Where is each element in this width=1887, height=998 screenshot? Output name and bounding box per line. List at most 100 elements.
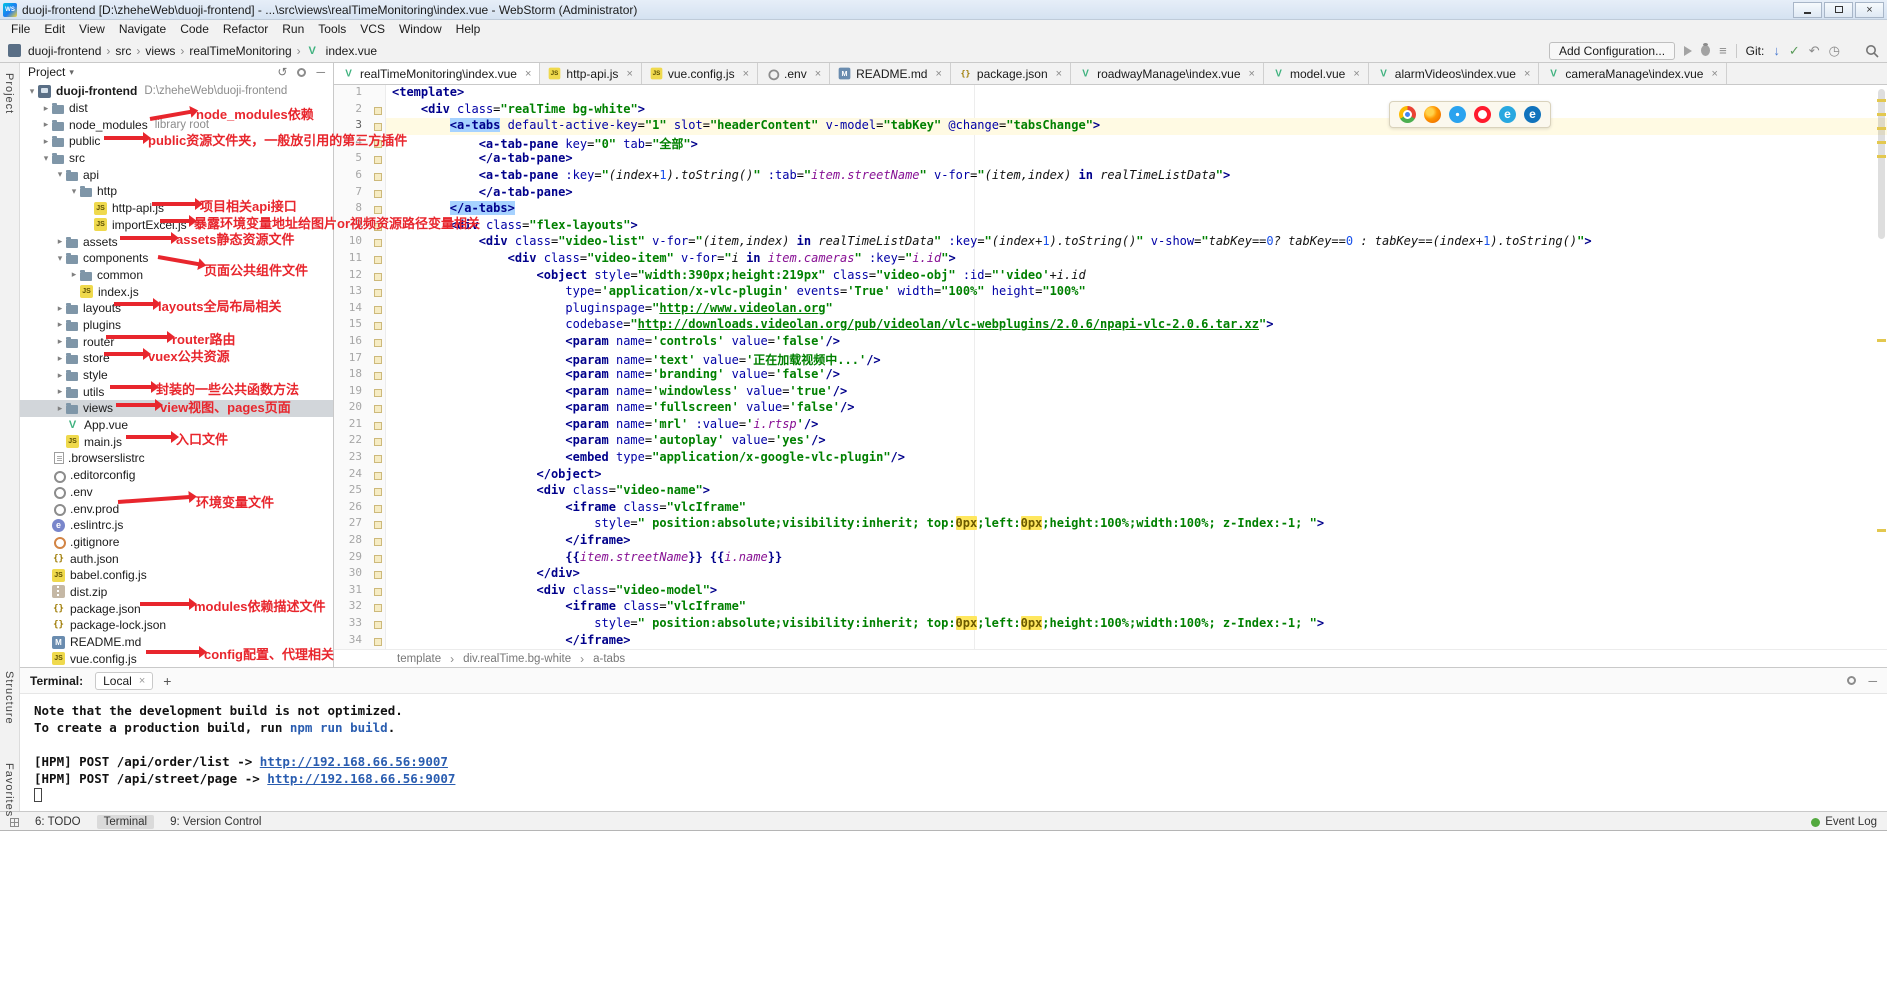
maximize-button[interactable] bbox=[1824, 2, 1853, 18]
close-icon[interactable]: × bbox=[935, 68, 941, 80]
chevron-right-icon[interactable]: ▸ bbox=[40, 136, 52, 147]
tree-item-dist[interactable]: ▸dist bbox=[20, 100, 333, 117]
editor-tab-cameramanage-index-vue[interactable]: cameraManage\index.vue× bbox=[1539, 63, 1727, 84]
terminal-link[interactable]: http://192.168.66.56:9007 bbox=[267, 771, 455, 786]
chevron-right-icon[interactable]: ▸ bbox=[68, 269, 80, 280]
tree-item-api[interactable]: ▾api bbox=[20, 166, 333, 183]
chevron-right-icon[interactable]: ▸ bbox=[54, 303, 66, 314]
chevron-right-icon[interactable]: ▸ bbox=[40, 119, 52, 130]
close-icon[interactable]: × bbox=[525, 68, 531, 80]
tree-item-env[interactable]: .env bbox=[20, 484, 333, 501]
stripe-mark[interactable] bbox=[1877, 99, 1886, 102]
stripe-mark[interactable] bbox=[1877, 141, 1886, 144]
tree-item-components[interactable]: ▾components bbox=[20, 250, 333, 267]
debug-icon[interactable] bbox=[1701, 45, 1710, 56]
chevron-right-icon[interactable]: ▸ bbox=[54, 236, 66, 247]
status-event-log[interactable]: Event Log bbox=[1811, 816, 1877, 828]
tree-item-http[interactable]: ▾http bbox=[20, 183, 333, 200]
tree-item-editorconfig[interactable]: .editorconfig bbox=[20, 467, 333, 484]
hide-panel-icon[interactable]: ─ bbox=[316, 65, 325, 79]
edge-icon[interactable] bbox=[1524, 106, 1541, 123]
status-6-todo[interactable]: 6: TODO bbox=[35, 816, 81, 828]
tree-item-browserslistrc[interactable]: .browserslistrc bbox=[20, 450, 333, 467]
terminal-settings-gear-icon[interactable] bbox=[1847, 676, 1856, 685]
sync-icon[interactable]: ↺ bbox=[277, 65, 287, 79]
project-panel-title[interactable]: Project bbox=[28, 65, 65, 79]
safari-icon[interactable] bbox=[1449, 106, 1466, 123]
scrollbar-thumb[interactable] bbox=[1878, 89, 1885, 239]
chevron-right-icon[interactable]: ▸ bbox=[54, 403, 66, 414]
menu-item-window[interactable]: Window bbox=[392, 20, 449, 39]
close-icon[interactable]: × bbox=[1353, 68, 1359, 80]
tool-window-button-favorites[interactable]: Favorites bbox=[3, 763, 15, 817]
breadcrumb-item-views[interactable]: views bbox=[145, 44, 175, 58]
tree-item-style[interactable]: ▸style bbox=[20, 367, 333, 384]
breadcrumb-item-src[interactable]: src bbox=[115, 44, 131, 58]
chevron-right-icon[interactable]: ▸ bbox=[54, 336, 66, 347]
tree-item-utils[interactable]: ▸utils bbox=[20, 383, 333, 400]
chevron-down-icon[interactable]: ▾ bbox=[68, 186, 80, 197]
add-configuration-button[interactable]: Add Configuration... bbox=[1549, 42, 1675, 60]
editor-tab-alarmvideos-index-vue[interactable]: alarmVideos\index.vue× bbox=[1369, 63, 1540, 84]
tree-item-views[interactable]: ▸views bbox=[20, 400, 333, 417]
stripe-mark[interactable] bbox=[1877, 127, 1886, 130]
tree-item-duoji-frontend[interactable]: ▾duoji-frontendD:\zheheWeb\duoji-fronten… bbox=[20, 83, 333, 100]
status-tool-windows[interactable] bbox=[10, 818, 19, 827]
breadcrumb-item-index-vue[interactable]: index.vue bbox=[326, 44, 377, 58]
close-icon[interactable]: × bbox=[815, 68, 821, 80]
menu-item-navigate[interactable]: Navigate bbox=[112, 20, 173, 39]
opera-icon[interactable] bbox=[1474, 106, 1491, 123]
terminal-link[interactable]: http://192.168.66.56:9007 bbox=[260, 754, 448, 769]
git-commit-icon[interactable]: ✓ bbox=[1789, 44, 1800, 58]
run-icon[interactable] bbox=[1684, 46, 1692, 56]
menu-item-file[interactable]: File bbox=[4, 20, 37, 39]
tree-item-dist-zip[interactable]: dist.zip bbox=[20, 584, 333, 601]
git-history-icon[interactable]: ◷ bbox=[1829, 44, 1840, 58]
tree-item-index-js[interactable]: index.js bbox=[20, 283, 333, 300]
close-icon[interactable]: × bbox=[626, 68, 632, 80]
editor-breadcrumb-template[interactable]: template bbox=[397, 653, 441, 665]
menu-item-tools[interactable]: Tools bbox=[311, 20, 353, 39]
tree-item-node-modules[interactable]: ▸node_moduleslibrary root bbox=[20, 116, 333, 133]
close-icon[interactable]: × bbox=[1249, 68, 1255, 80]
tool-window-button-project[interactable]: Project bbox=[3, 73, 15, 114]
stripe-mark[interactable] bbox=[1877, 113, 1886, 116]
tree-item-plugins[interactable]: ▸plugins bbox=[20, 317, 333, 334]
chevron-right-icon[interactable]: ▸ bbox=[54, 386, 66, 397]
close-icon[interactable]: × bbox=[1524, 68, 1530, 80]
tree-item-eslintrc-js[interactable]: .eslintrc.js bbox=[20, 517, 333, 534]
editor-tab-realtimemonitoring-index-vue[interactable]: realTimeMonitoring\index.vue× bbox=[334, 63, 540, 84]
menu-item-code[interactable]: Code bbox=[173, 20, 216, 39]
settings-gear-icon[interactable] bbox=[297, 68, 306, 77]
editor-tab-http-api-js[interactable]: http-api.js× bbox=[540, 63, 641, 84]
firefox-icon[interactable] bbox=[1424, 106, 1441, 123]
tree-item-assets[interactable]: ▸assets bbox=[20, 233, 333, 250]
chevron-right-icon[interactable]: ▸ bbox=[40, 103, 52, 114]
editor-breadcrumb-div-realtime-bg-white[interactable]: div.realTime.bg-white bbox=[463, 653, 571, 665]
tool-window-button-structure[interactable]: Structure bbox=[3, 671, 15, 725]
chevron-down-icon[interactable]: ▾ bbox=[40, 153, 52, 164]
stripe-mark[interactable] bbox=[1877, 155, 1886, 158]
tree-item-app-vue[interactable]: App.vue bbox=[20, 417, 333, 434]
close-icon[interactable]: × bbox=[1056, 68, 1062, 80]
close-button[interactable]: × bbox=[1855, 2, 1884, 18]
chevron-down-icon[interactable]: ▾ bbox=[26, 86, 38, 97]
tree-item-store[interactable]: ▸store bbox=[20, 350, 333, 367]
close-icon[interactable]: × bbox=[1711, 68, 1717, 80]
search-everywhere-icon[interactable] bbox=[1865, 44, 1879, 58]
menu-item-edit[interactable]: Edit bbox=[37, 20, 72, 39]
chevron-down-icon[interactable]: ▾ bbox=[54, 169, 66, 180]
terminal-output[interactable]: Note that the development build is not o… bbox=[20, 694, 1887, 811]
tree-item-env-prod[interactable]: .env.prod bbox=[20, 500, 333, 517]
tree-item-layouts[interactable]: ▸layouts bbox=[20, 300, 333, 317]
ie-icon[interactable] bbox=[1499, 106, 1516, 123]
tree-item-router[interactable]: ▸router bbox=[20, 333, 333, 350]
menu-item-refactor[interactable]: Refactor bbox=[216, 20, 275, 39]
tree-item-main-js[interactable]: main.js bbox=[20, 433, 333, 450]
close-icon[interactable]: × bbox=[743, 68, 749, 80]
editor-tab-roadwaymanage-index-vue[interactable]: roadwayManage\index.vue× bbox=[1071, 63, 1264, 84]
tree-item-common[interactable]: ▸common bbox=[20, 267, 333, 284]
status-9-version-control[interactable]: 9: Version Control bbox=[170, 816, 261, 828]
breadcrumb-item-realtimemonitoring[interactable]: realTimeMonitoring bbox=[189, 44, 291, 58]
stripe-mark[interactable] bbox=[1877, 339, 1886, 342]
